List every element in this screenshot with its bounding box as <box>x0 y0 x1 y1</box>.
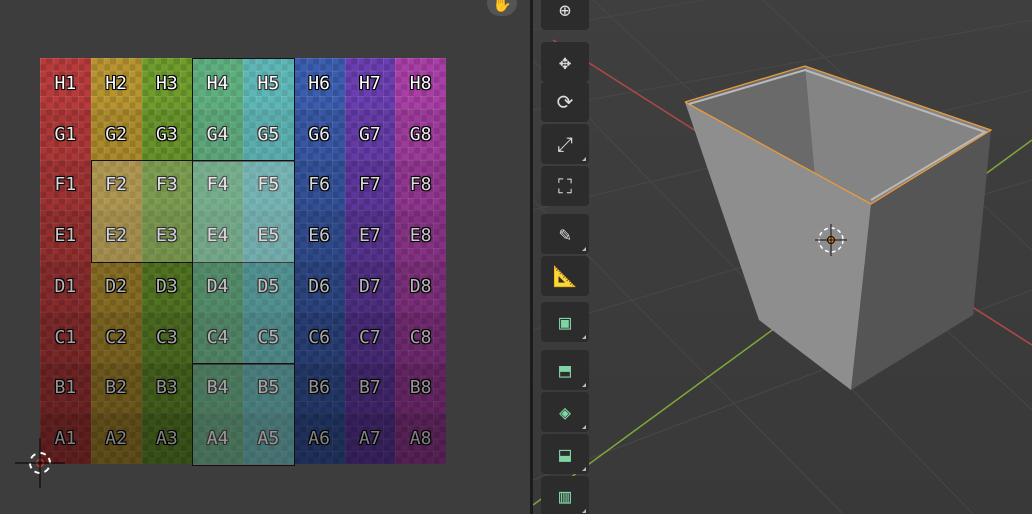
uv-grid-cell: E4 <box>192 210 243 261</box>
uv-grid-cell: C2 <box>90 311 142 363</box>
extrude-region-tool[interactable]: ⬒ <box>541 350 589 390</box>
uv-grid-cell: B6 <box>293 362 345 414</box>
annotate-tool[interactable]: ✎ <box>541 214 589 254</box>
uv-grid-cell: F5 <box>243 159 294 211</box>
uv-grid-cell: C4 <box>192 311 243 363</box>
bevel-tool[interactable]: ⬓ <box>541 434 589 474</box>
uv-grid-cell: B2 <box>90 362 142 414</box>
uv-grid-cell: A2 <box>90 413 142 464</box>
uv-grid-cell: B5 <box>243 362 294 414</box>
uv-grid-cell: A7 <box>344 413 396 464</box>
loop-cut-icon: ▥ <box>558 484 572 508</box>
uv-grid-cell: H6 <box>293 58 345 109</box>
uv-cursor-crosshair-icon <box>15 438 65 488</box>
uv-grid-cell: G7 <box>344 108 396 160</box>
add-cube-tool[interactable]: ▣ <box>541 302 589 342</box>
uv-grid-cell: A4 <box>192 413 243 464</box>
measure-icon: 📐 <box>552 264 578 288</box>
uv-grid-cell: E2 <box>90 210 142 261</box>
uv-grid-cell: G1 <box>40 108 91 160</box>
uv-grid-cell: D6 <box>293 261 345 312</box>
uv-grid-cell: G4 <box>192 108 243 160</box>
uv-grid-cell: B7 <box>344 362 396 414</box>
uv-grid[interactable]: H1 H2 H3 H4 H5 H6 H7 H8 G1 G2 G3 G4 G5 G6 G7 G8 F1 F2 F3 F4… <box>40 58 446 464</box>
loop-cut-tool[interactable]: ▥ <box>541 476 589 514</box>
uv-grid-cell: D1 <box>40 261 91 312</box>
uv-grid-cell: D7 <box>344 261 396 312</box>
move-icon: ✥ <box>558 50 572 74</box>
uv-grid-cell: H7 <box>344 58 396 109</box>
uv-grid-cell: H2 <box>90 58 142 109</box>
transform-icon: ⛶ <box>558 174 572 198</box>
uv-grid-cell: H8 <box>395 58 446 109</box>
uv-grid-cell: D8 <box>395 261 446 312</box>
uv-grid-cell: H5 <box>243 58 294 109</box>
uv-grid-cell: F3 <box>141 159 193 211</box>
uv-grid-cell: D2 <box>90 261 142 312</box>
uv-grid-cell: A6 <box>293 413 345 464</box>
uv-grid-cell: B8 <box>395 362 446 414</box>
uv-grid-cell: H3 <box>141 58 193 109</box>
uv-grid-cell: B4 <box>192 362 243 414</box>
uv-grid-cell: A8 <box>395 413 446 464</box>
uv-grid-cell: B3 <box>141 362 193 414</box>
scale-icon: ⤢ <box>557 132 573 156</box>
uv-grid-cell: F1 <box>40 159 91 211</box>
uv-grid-cell: G5 <box>243 108 294 160</box>
annotate-icon: ✎ <box>558 222 572 246</box>
rotate-tool[interactable]: ⟳ <box>541 82 589 122</box>
uv-grid-cell: C7 <box>344 311 396 363</box>
add-cube-icon: ▣ <box>558 310 572 334</box>
pan-hand-icon[interactable]: ✋ <box>487 0 517 16</box>
3d-viewport[interactable]: ⊕ ✥ ⟳ ⤢ ⛶ ✎ 📐 ▣ ⬒ ◈ ⬓ ▥ <box>533 0 1032 514</box>
uv-grid-cell: E6 <box>293 210 345 261</box>
uv-grid-cell: C3 <box>141 311 193 363</box>
inset-icon: ◈ <box>558 400 572 424</box>
extrude-icon: ⬒ <box>558 358 572 382</box>
measure-tool[interactable]: 📐 <box>541 256 589 296</box>
transform-tool[interactable]: ⛶ <box>541 166 589 206</box>
uv-grid-cell: D3 <box>141 261 193 312</box>
uv-grid-cell: G3 <box>141 108 193 160</box>
uv-grid-cell: A3 <box>141 413 193 464</box>
uv-grid-cell: E5 <box>243 210 294 261</box>
cursor-icon: ⊕ <box>558 0 572 22</box>
uv-grid-cell: D4 <box>192 261 243 312</box>
uv-grid-cell: G2 <box>90 108 142 160</box>
uv-grid-cell: E7 <box>344 210 396 261</box>
cursor-tool[interactable]: ⊕ <box>541 0 589 30</box>
uv-grid-cell: B1 <box>40 362 91 414</box>
uv-grid-cell: C8 <box>395 311 446 363</box>
uv-grid-cell: D5 <box>243 261 294 312</box>
rotate-icon: ⟳ <box>556 90 574 114</box>
uv-grid-cell: E3 <box>141 210 193 261</box>
uv-grid-cell: E1 <box>40 210 91 261</box>
uv-grid-cell: F6 <box>293 159 345 211</box>
uv-grid-cell: F8 <box>395 159 446 211</box>
uv-grid-cell: G6 <box>293 108 345 160</box>
uv-grid-cell: C6 <box>293 311 345 363</box>
uv-grid-cell: C5 <box>243 311 294 363</box>
uv-grid-cell: H1 <box>40 58 91 109</box>
uv-grid-cell: G8 <box>395 108 446 160</box>
bevel-icon: ⬓ <box>558 442 572 466</box>
uv-grid-cell: F2 <box>90 159 142 211</box>
move-tool[interactable]: ✥ <box>541 42 589 82</box>
scale-tool[interactable]: ⤢ <box>541 124 589 164</box>
uv-grid-cell: E8 <box>395 210 446 261</box>
uv-grid-cell: H4 <box>192 58 243 109</box>
uv-grid-cell: C1 <box>40 311 91 363</box>
uv-editor[interactable]: H1 H2 H3 H4 H5 H6 H7 H8 G1 G2 G3 G4 G5 G6 G7 G8 F1 F2 F3 F4… <box>0 0 530 514</box>
uv-grid-cell: F7 <box>344 159 396 211</box>
uv-grid-cell: A5 <box>243 413 294 464</box>
uv-grid-cell: F4 <box>192 159 243 211</box>
inset-faces-tool[interactable]: ◈ <box>541 392 589 432</box>
viewport-scene <box>533 0 1032 514</box>
